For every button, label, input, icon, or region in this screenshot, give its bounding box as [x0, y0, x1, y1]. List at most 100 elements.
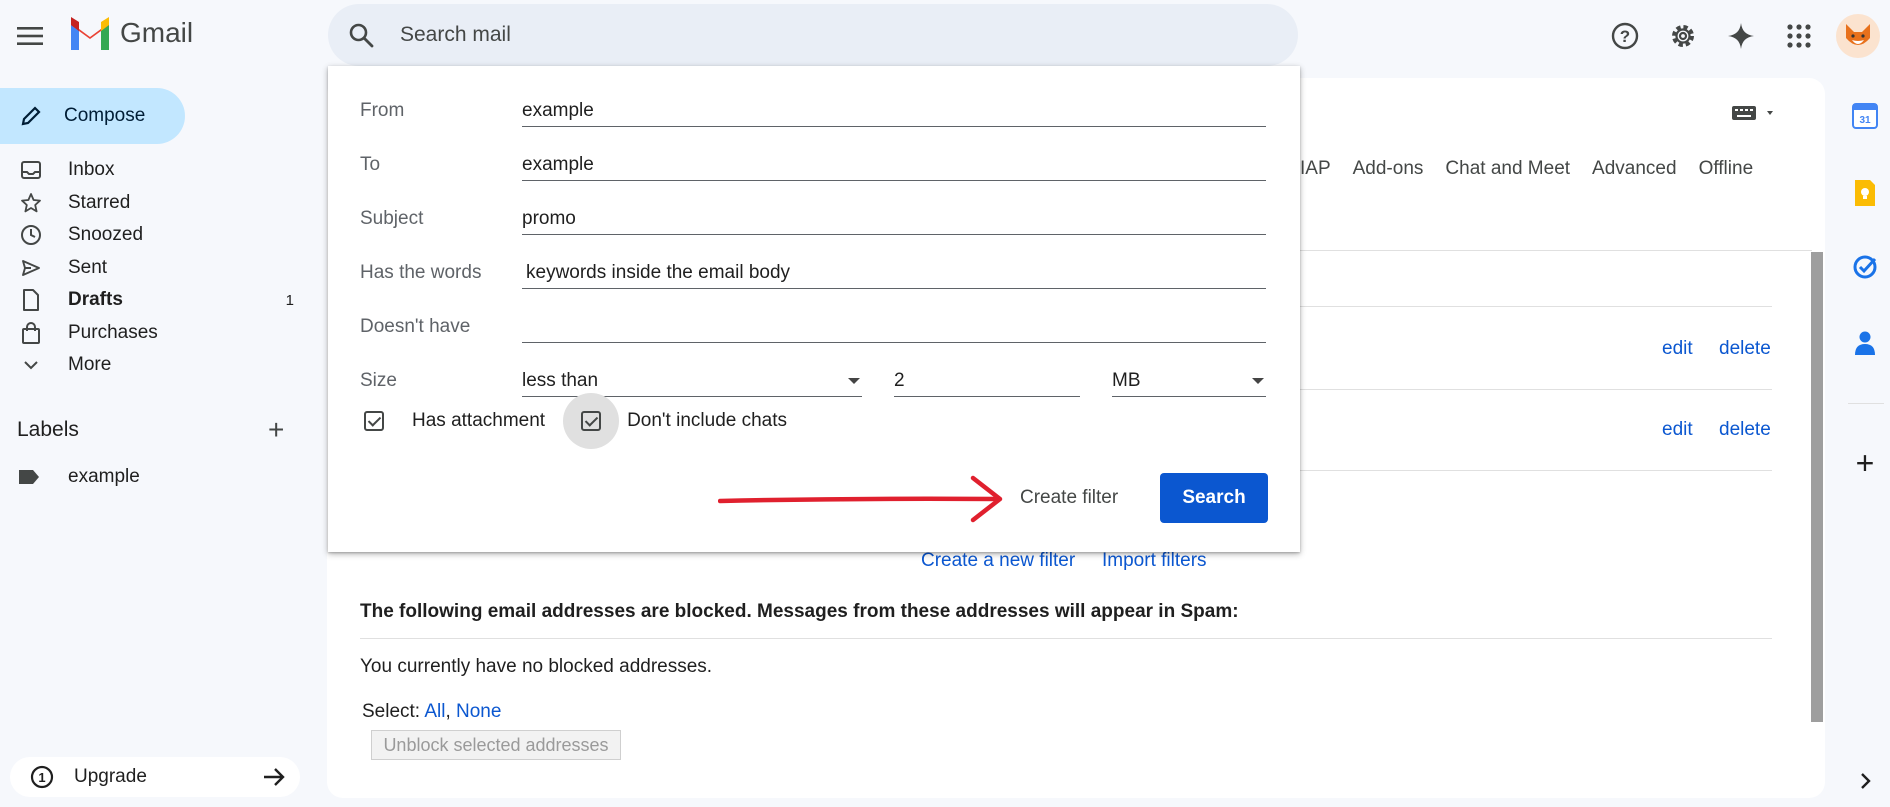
tabs-divider	[1300, 250, 1812, 251]
arrow-right-icon	[264, 768, 285, 786]
drafts-count: 1	[285, 291, 294, 309]
subject-row: Subject promo	[360, 198, 1266, 242]
doesnt-have-row: Doesn't have	[360, 306, 1266, 350]
sidebar-item-more[interactable]: More	[0, 349, 310, 382]
compose-button[interactable]: Compose	[0, 88, 185, 144]
app-name: Gmail	[120, 17, 194, 48]
dont-include-chats-label: Don't include chats	[627, 410, 788, 431]
doesnt-have-label: Doesn't have	[360, 316, 471, 337]
upgrade-button[interactable]: 1 Upgrade	[10, 757, 300, 797]
chevron-down-icon	[18, 360, 44, 370]
dropdown-caret-icon	[848, 378, 860, 384]
to-label: To	[360, 154, 381, 175]
create-new-filter-link[interactable]: Create a new filter	[921, 550, 1075, 572]
side-panel-divider	[1848, 403, 1884, 404]
filter-delete-link[interactable]: delete	[1719, 338, 1771, 360]
filter-edit-link[interactable]: edit	[1662, 419, 1693, 441]
size-unit-select[interactable]: MB	[1112, 366, 1266, 397]
from-row: From example	[360, 90, 1266, 134]
filter-edit-link[interactable]: edit	[1662, 338, 1693, 360]
has-words-label: Has the words	[360, 262, 482, 283]
tab-chat-and-meet[interactable]: Chat and Meet	[1445, 158, 1570, 180]
sidebar-item-sent[interactable]: Sent	[0, 252, 310, 285]
dont-include-chats-checkbox-focus[interactable]	[563, 393, 620, 449]
upgrade-label: Upgrade	[74, 766, 147, 787]
dropdown-caret-icon	[1252, 378, 1264, 384]
tab-offline[interactable]: Offline	[1699, 158, 1754, 180]
size-unit-value: MB	[1112, 370, 1141, 391]
sidebar-item-drafts[interactable]: Drafts 1	[0, 284, 310, 317]
add-label-icon[interactable]: +	[268, 416, 284, 444]
size-operator-select[interactable]: less than	[522, 366, 862, 397]
search-button[interactable]: Search	[1160, 473, 1268, 523]
labels-heading: Labels	[17, 418, 79, 441]
settings-gear-icon[interactable]	[1654, 12, 1712, 60]
has-words-field[interactable]: keywords inside the email body	[522, 258, 1266, 289]
sidebar-nav: Inbox Starred Snoozed Sent Drafts 1 Purc…	[0, 154, 310, 382]
settings-scrollbar[interactable]	[1811, 252, 1823, 722]
unblock-selected-button[interactable]: Unblock selected addresses	[371, 730, 621, 760]
top-right-actions: ?	[1596, 12, 1880, 60]
from-label: From	[360, 100, 405, 121]
contacts-icon[interactable]	[1850, 328, 1880, 358]
annotation-arrow-icon	[718, 475, 1003, 523]
pencil-icon	[21, 106, 41, 126]
sidebar-item-snoozed[interactable]: Snoozed	[0, 219, 310, 252]
size-operator-value: less than	[522, 370, 599, 391]
size-value-field[interactable]: 2	[894, 366, 1080, 397]
search-bar[interactable]: Search mail	[328, 4, 1298, 66]
apps-grid-icon[interactable]	[1770, 12, 1828, 60]
checkbox-row: Has attachment Don't include chats	[360, 393, 788, 449]
has-attachment-label: Has attachment	[412, 410, 546, 431]
size-row: Size less than 2 MB	[360, 360, 1266, 404]
tab-imap[interactable]: IAP	[1300, 158, 1331, 180]
select-controls: Select: All, None	[362, 701, 501, 723]
filter-delete-link[interactable]: delete	[1719, 419, 1771, 441]
settings-tabs: IAP Add-ons Chat and Meet Advanced Offli…	[1300, 158, 1753, 180]
upgrade-badge-icon: 1	[30, 765, 54, 789]
main-menu-button[interactable]	[8, 14, 52, 58]
svg-text:31: 31	[1859, 115, 1871, 126]
dont-include-chats-checkbox[interactable]	[581, 411, 602, 431]
keep-notes-icon[interactable]	[1850, 178, 1880, 208]
svg-text:1: 1	[38, 770, 45, 785]
filter-row-divider	[1300, 470, 1772, 471]
compose-label: Compose	[64, 105, 146, 126]
search-input[interactable]: Search mail	[400, 23, 511, 47]
tasks-icon[interactable]	[1850, 252, 1880, 282]
show-side-panel-chevron-icon[interactable]	[1850, 766, 1880, 796]
input-tools-keyboard-icon[interactable]	[1731, 104, 1777, 127]
shopping-bag-icon	[18, 321, 44, 344]
label-item-example[interactable]: example	[18, 466, 140, 488]
blocked-divider	[360, 638, 1772, 639]
tab-add-ons[interactable]: Add-ons	[1353, 158, 1424, 180]
help-icon[interactable]: ?	[1596, 12, 1654, 60]
search-options-dialog: From example To example Subject promo Ha…	[328, 66, 1300, 552]
sidebar-item-purchases[interactable]: Purchases	[0, 317, 310, 350]
blocked-addresses-heading: The following email addresses are blocke…	[360, 601, 1239, 622]
sidebar-item-inbox[interactable]: Inbox	[0, 154, 310, 187]
doesnt-have-field[interactable]	[522, 312, 1266, 343]
no-blocked-text: You currently have no blocked addresses.	[360, 656, 713, 677]
has-attachment-checkbox[interactable]	[364, 411, 384, 431]
svg-text:?: ?	[1620, 27, 1630, 46]
calendar-icon[interactable]: 31	[1850, 101, 1880, 131]
subject-field[interactable]: promo	[522, 204, 1266, 235]
search-icon[interactable]	[348, 22, 374, 48]
account-avatar[interactable]	[1836, 14, 1880, 58]
add-addon-icon[interactable]: +	[1850, 445, 1880, 481]
to-field[interactable]: example	[522, 150, 1266, 181]
create-filter-button[interactable]: Create filter	[1020, 487, 1118, 509]
inbox-icon	[18, 161, 44, 180]
draft-icon	[18, 289, 44, 312]
select-none-link[interactable]: None	[456, 701, 501, 722]
from-field[interactable]: example	[522, 96, 1266, 127]
gmail-logo[interactable]: Gmail	[68, 16, 193, 50]
gemini-sparkle-icon[interactable]	[1712, 12, 1770, 60]
select-all-link[interactable]: All	[424, 701, 445, 722]
subject-label: Subject	[360, 208, 424, 229]
import-filters-link[interactable]: Import filters	[1102, 550, 1207, 572]
tab-advanced[interactable]: Advanced	[1592, 158, 1677, 180]
sidebar-item-starred[interactable]: Starred	[0, 187, 310, 220]
select-separator: ,	[445, 701, 451, 722]
